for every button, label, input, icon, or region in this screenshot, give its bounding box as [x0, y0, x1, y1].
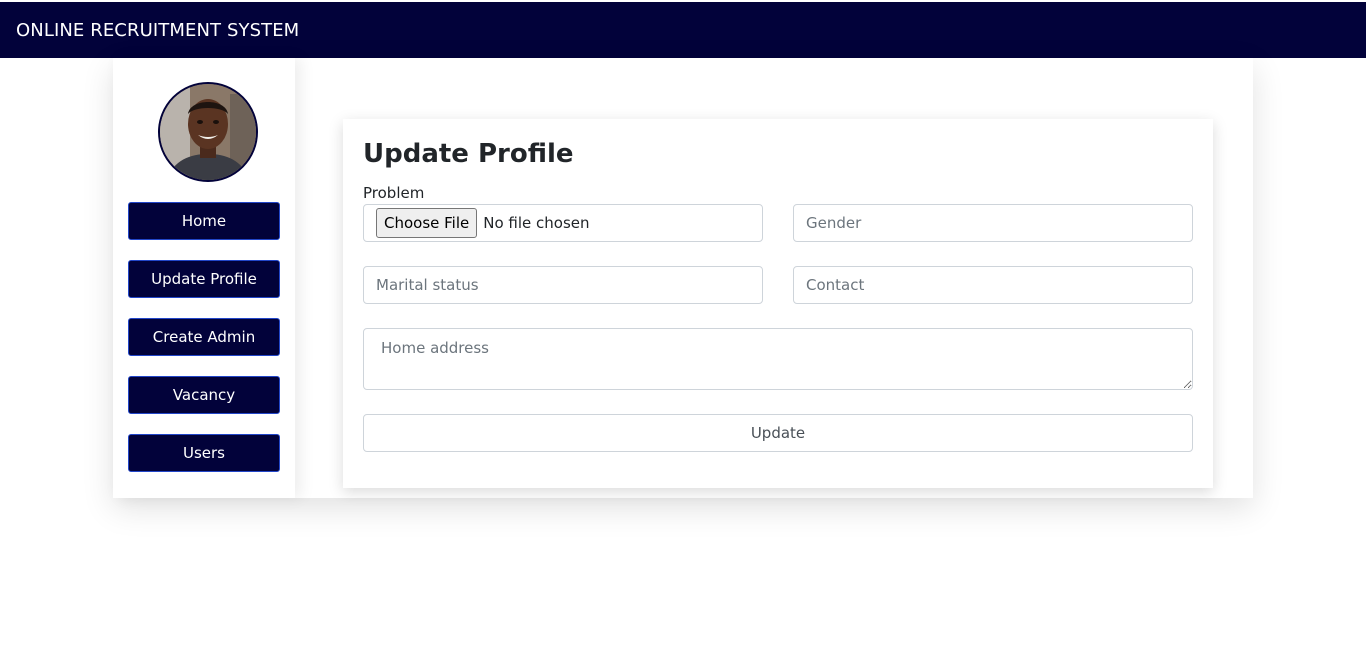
user-avatar-photo: [160, 84, 256, 180]
avatar: [158, 82, 258, 182]
sidebar-item-vacancy[interactable]: Vacancy: [128, 376, 280, 414]
update-profile-form: Update Profile Problem Choose File No fi…: [343, 119, 1213, 488]
update-button[interactable]: Update: [363, 414, 1193, 452]
page-title: Update Profile: [363, 139, 574, 169]
sidebar-item-create-admin[interactable]: Create Admin: [128, 318, 280, 356]
gender-field[interactable]: [793, 204, 1193, 242]
choose-file-button[interactable]: Choose File: [376, 208, 478, 238]
site-brand[interactable]: ONLINE RECRUITMENT SYSTEM: [16, 20, 299, 41]
home-address-field[interactable]: [363, 328, 1193, 390]
sidebar: Home Update Profile Create Admin Vacancy…: [113, 58, 295, 498]
contact-field[interactable]: [793, 266, 1193, 304]
top-navbar: ONLINE RECRUITMENT SYSTEM: [0, 2, 1366, 58]
sidebar-item-update-profile[interactable]: Update Profile: [128, 260, 280, 298]
file-input[interactable]: Choose File No file chosen: [363, 204, 763, 242]
sidebar-item-users[interactable]: Users: [128, 434, 280, 472]
file-label: Problem: [363, 184, 425, 202]
file-status-text: No file chosen: [483, 214, 590, 232]
marital-status-field[interactable]: [363, 266, 763, 304]
sidebar-item-home[interactable]: Home: [128, 202, 280, 240]
